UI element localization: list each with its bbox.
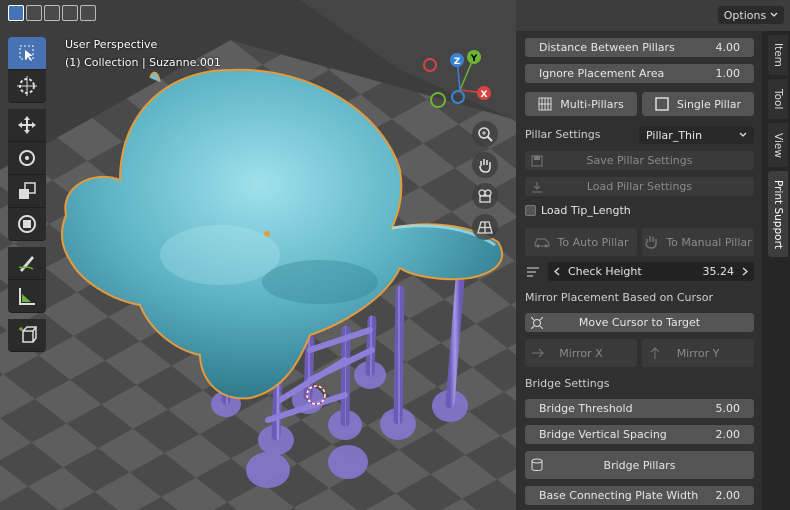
mirror-x-button[interactable]: Mirror X: [525, 339, 637, 367]
save-icon: [531, 155, 543, 166]
sort-lines-icon: [527, 267, 539, 277]
bridge-pillars-label: Bridge Pillars: [603, 458, 676, 472]
check-height-field[interactable]: Check Height 35.24: [548, 262, 754, 281]
tool-shelf: [8, 37, 46, 352]
3d-viewport[interactable]: X Y Z User Perspective (1) Collection | …: [0, 0, 516, 510]
single-pillar-button[interactable]: Single Pillar: [642, 92, 754, 116]
arrow-right-icon: [532, 348, 544, 358]
mirror-x-label: Mirror X: [559, 346, 603, 360]
tab-tool-label: Tool: [772, 88, 784, 110]
bridge-threshold-field[interactable]: Bridge Threshold 5.00: [525, 399, 754, 418]
select-box-icon[interactable]: [8, 37, 46, 70]
multi-pillars-label: Multi-Pillars: [560, 97, 624, 111]
ignore-label: Ignore Placement Area: [539, 67, 665, 80]
hand-icon: [645, 236, 658, 249]
car-icon: [534, 238, 550, 248]
multi-pillars-button[interactable]: Multi-Pillars: [525, 92, 637, 116]
to-manual-pillar-button[interactable]: To Manual Pillar: [642, 228, 754, 256]
import-icon: [532, 181, 542, 192]
bridge-spacing-label: Bridge Vertical Spacing: [539, 428, 667, 441]
base-plate-value: 2.00: [715, 489, 741, 502]
distance-label: Distance Between Pillars: [539, 41, 675, 54]
cursor-target-icon: [531, 316, 543, 329]
tab-view[interactable]: View: [768, 123, 788, 167]
arrow-up-icon: [650, 347, 660, 359]
bridge-spacing-value: 2.00: [715, 428, 741, 441]
rotate-icon[interactable]: [8, 142, 46, 175]
pillar-settings-select[interactable]: Pillar_Thin: [639, 126, 754, 144]
select-new-icon[interactable]: [8, 5, 24, 21]
pillar-settings-label: Pillar Settings: [525, 128, 601, 141]
axis-z-label: Z: [454, 57, 461, 67]
mirror-y-label: Mirror Y: [676, 346, 720, 360]
tab-view-label: View: [772, 132, 784, 158]
to-auto-pillar-label: To Auto Pillar: [557, 235, 629, 249]
tab-print-support-label: Print Support: [772, 179, 784, 249]
to-auto-pillar-button[interactable]: To Auto Pillar: [525, 228, 637, 256]
load-pillar-settings-button[interactable]: Load Pillar Settings: [525, 177, 754, 196]
distance-between-pillars-field[interactable]: Distance Between Pillars 4.00: [525, 38, 754, 57]
options-dropdown[interactable]: Options: [718, 6, 784, 24]
select-invert-icon[interactable]: [62, 5, 78, 21]
mirror-y-button[interactable]: Mirror Y: [642, 339, 754, 367]
single-pillar-label: Single Pillar: [676, 97, 742, 111]
load-pillar-label: Load Pillar Settings: [586, 180, 693, 193]
load-tip-label: Load Tip_Length: [541, 204, 631, 217]
annotate-icon[interactable]: [8, 247, 46, 280]
chevron-down-icon: [770, 12, 778, 17]
select-mode-group[interactable]: [8, 5, 96, 21]
sidebar-tabs: Item Tool View Print Support: [762, 31, 790, 510]
cylinder-icon: [531, 458, 543, 471]
move-cursor-label: Move Cursor to Target: [578, 316, 701, 329]
base-connecting-plate-width-field[interactable]: Base Connecting Plate Width 2.00: [525, 486, 754, 505]
ignore-value: 1.00: [715, 67, 741, 80]
transform-icon[interactable]: [8, 208, 46, 241]
grid-icon: [538, 97, 552, 111]
camera-icon[interactable]: [472, 183, 498, 209]
move-cursor-to-target-button[interactable]: Move Cursor to Target: [525, 313, 754, 332]
square-icon: [655, 97, 669, 111]
cursor-icon[interactable]: [8, 70, 46, 103]
axis-x-label: X: [481, 90, 488, 100]
base-plate-label: Base Connecting Plate Width: [539, 489, 699, 502]
distance-value: 4.00: [715, 41, 741, 54]
options-label: Options: [723, 8, 767, 22]
select-intersect-icon[interactable]: [80, 5, 96, 21]
chevron-right-icon[interactable]: [742, 267, 748, 276]
bridge-header: Bridge Settings: [525, 377, 610, 390]
pillar-settings-value: Pillar_Thin: [646, 128, 703, 142]
save-pillar-label: Save Pillar Settings: [586, 154, 693, 167]
to-manual-pillar-label: To Manual Pillar: [666, 235, 752, 249]
axis-y-label: Y: [470, 54, 478, 64]
zoom-icon[interactable]: [472, 121, 498, 147]
tab-tool[interactable]: Tool: [768, 79, 788, 119]
bridge-threshold-label: Bridge Threshold: [539, 402, 633, 415]
bridge-vertical-spacing-field[interactable]: Bridge Vertical Spacing 2.00: [525, 425, 754, 444]
sidebar-panel: Distance Between Pillars 4.00 Ignore Pla…: [516, 31, 762, 510]
mirror-header: Mirror Placement Based on Cursor: [525, 291, 714, 304]
measure-icon[interactable]: [8, 280, 46, 313]
select-subtract-icon[interactable]: [44, 5, 60, 21]
grid-perspective-icon[interactable]: [472, 214, 498, 240]
viewport-collection: (1) Collection | Suzanne.001: [65, 56, 221, 69]
tab-print-support[interactable]: Print Support: [768, 171, 788, 257]
scene-canvas[interactable]: X Y Z: [0, 0, 516, 510]
load-tip-length-checkbox[interactable]: Load Tip_Length: [525, 204, 631, 217]
add-cube-icon[interactable]: [8, 319, 46, 352]
check-height-value: 35.24: [702, 265, 735, 278]
viewport-title: User Perspective: [65, 38, 158, 51]
tab-item[interactable]: Item: [768, 35, 788, 75]
bridge-threshold-value: 5.00: [715, 402, 741, 415]
chevron-down-icon: [739, 132, 747, 137]
bridge-pillars-button[interactable]: Bridge Pillars: [525, 451, 754, 479]
select-extend-icon[interactable]: [26, 5, 42, 21]
move-icon[interactable]: [8, 109, 46, 142]
checkbox-icon: [525, 205, 536, 216]
scale-icon[interactable]: [8, 175, 46, 208]
check-height-label: Check Height: [568, 265, 642, 278]
pan-hand-icon[interactable]: [472, 152, 498, 178]
ignore-placement-area-field[interactable]: Ignore Placement Area 1.00: [525, 64, 754, 83]
save-pillar-settings-button[interactable]: Save Pillar Settings: [525, 151, 754, 170]
tab-item-label: Item: [772, 43, 784, 67]
